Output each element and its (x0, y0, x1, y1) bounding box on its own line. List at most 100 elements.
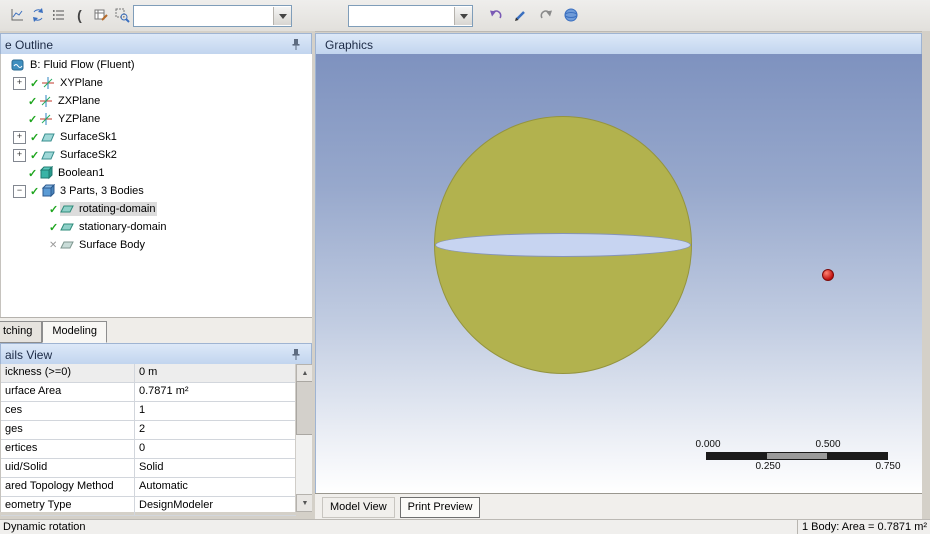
expand-plus-icon[interactable]: + (13, 148, 26, 162)
property-label: ges (1, 421, 135, 439)
ruler-label: 0.250 (755, 461, 781, 472)
tree-item-parts-bodies[interactable]: − ✓ 3 Parts, 3 Bodies (1, 182, 313, 200)
status-bar: Dynamic rotation 1 Body: Area = 0.7871 m… (0, 519, 930, 534)
table-row: eometry Type DesignModeler (1, 497, 296, 516)
tree-outline: B: Fluid Flow (Fluent) + ✓ XYPlane ✓ ZXP… (0, 54, 313, 319)
property-value[interactable]: 0.7871 m² (135, 383, 296, 401)
fluent-project-icon (11, 58, 25, 72)
status-hint: Dynamic rotation (3, 521, 86, 533)
ruler-label: 0.750 (875, 461, 901, 472)
collapse-minus-icon[interactable]: − (13, 184, 26, 198)
toolbar-right-group (485, 4, 581, 26)
check-icon: ✓ (30, 185, 40, 198)
table-row: ces 1 (1, 402, 296, 421)
property-label: ces (1, 402, 135, 420)
check-icon: ✓ (30, 131, 40, 144)
right-gutter (922, 31, 930, 519)
check-icon: ✓ (28, 167, 38, 180)
tab-print-preview[interactable]: Print Preview (399, 496, 481, 518)
pin-icon[interactable] (291, 348, 301, 361)
tree-item-rotating-domain[interactable]: ✓ rotating-domain (1, 200, 313, 218)
ruler-label: 0.000 (695, 439, 721, 450)
status-selection-info: 1 Body: Area = 0.7871 m² (797, 520, 930, 534)
brush-icon[interactable] (510, 4, 531, 26)
undo-icon[interactable] (485, 4, 506, 26)
ruler-label: 0.500 (815, 439, 841, 450)
redo-icon[interactable] (535, 4, 556, 26)
tab-modeling[interactable]: Modeling (42, 321, 107, 343)
graph-view-icon[interactable] (6, 4, 27, 26)
tree-item-xyplane[interactable]: + ✓ XYPlane (1, 74, 313, 92)
tree-item-fluid-flow[interactable]: B: Fluid Flow (Fluent) (1, 56, 313, 74)
property-label: eometry Type (1, 497, 135, 515)
property-label: ickness (>=0) (1, 364, 135, 382)
tab-sketching[interactable]: tching (0, 321, 43, 343)
sketch-surface-icon (41, 148, 55, 162)
table-row: ertices 0 (1, 440, 296, 459)
surface-body-icon (60, 238, 74, 252)
expand-plus-icon[interactable]: + (13, 76, 26, 90)
grid-edit-icon[interactable] (90, 4, 111, 26)
check-icon: ✓ (30, 77, 40, 90)
details-scrollbar[interactable]: ▲ ▼ (295, 364, 314, 512)
tree-item-zxplane[interactable]: ✓ ZXPlane (1, 92, 313, 110)
property-label: ertices (1, 440, 135, 458)
zoom-select-icon[interactable] (111, 4, 132, 26)
expand-plus-icon[interactable]: + (13, 130, 26, 144)
reference-point[interactable] (822, 269, 834, 281)
toolbar: ( (0, 0, 930, 32)
toolbar-combobox-2[interactable] (348, 5, 473, 27)
tree-item-surface-body[interactable]: ✕ Surface Body (1, 236, 313, 254)
chevron-down-icon[interactable] (273, 7, 291, 25)
graphics-title: Graphics (325, 37, 374, 52)
designmodeler-window: (e Outline B: Fluid Flow (Fluent) + ✓ X… (0, 0, 930, 534)
property-value[interactable]: 0 (135, 440, 296, 458)
list-icon[interactable] (48, 4, 69, 26)
disk-surface[interactable] (435, 233, 691, 257)
property-value[interactable]: 0 m (135, 364, 296, 382)
details-table: ickness (>=0) 0 m urface Area 0.7871 m² … (1, 364, 296, 516)
chevron-down-icon[interactable] (454, 7, 472, 25)
property-label: ared Topology Method (1, 478, 135, 496)
tree-item-surfacesk2[interactable]: + ✓ SurfaceSk2 (1, 146, 313, 164)
property-value[interactable]: Automatic (135, 478, 296, 496)
tree-item-boolean1[interactable]: ✓ Boolean1 (1, 164, 313, 182)
details-view: ickness (>=0) 0 m urface Area 0.7871 m² … (0, 364, 314, 516)
plane-icon (41, 76, 55, 90)
left-pane: e Outline B: Fluid Flow (Fluent) + ✓ XYP… (0, 31, 314, 519)
table-row: uid/Solid Solid (1, 459, 296, 478)
check-icon: ✓ (30, 149, 40, 162)
details-view-title: ails View (5, 347, 53, 362)
sphere-icon[interactable] (560, 4, 581, 26)
table-row: ges 2 (1, 421, 296, 440)
suppressed-x-icon: ✕ (49, 239, 58, 251)
tab-model-view[interactable]: Model View (322, 496, 395, 518)
plane-icon (39, 94, 53, 108)
property-value[interactable]: DesignModeler (135, 497, 296, 515)
tree-item-stationary-domain[interactable]: ✓ stationary-domain (1, 218, 313, 236)
check-icon: ✓ (28, 95, 38, 108)
table-row: urface Area 0.7871 m² (1, 383, 296, 402)
tree-item-surfacesk1[interactable]: + ✓ SurfaceSk1 (1, 128, 313, 146)
parts-cube-icon (41, 184, 55, 198)
tree-item-yzplane[interactable]: ✓ YZPlane (1, 110, 313, 128)
graphics-canvas[interactable]: 0.000 0.500 0.250 0.750 (315, 54, 924, 494)
toolbar-left-group: ( (6, 4, 132, 26)
tree-outline-title: e Outline (5, 37, 54, 52)
property-value[interactable]: 1 (135, 402, 296, 420)
property-value[interactable]: Solid (135, 459, 296, 477)
pin-icon[interactable] (291, 38, 301, 51)
check-icon: ✓ (49, 221, 59, 234)
boolean-cube-icon (39, 166, 53, 180)
check-icon: ✓ (28, 113, 38, 126)
graphics-tabstrip: Model View Print Preview (315, 493, 929, 520)
parenthesis-icon[interactable]: ( (69, 4, 90, 26)
refresh-icon[interactable] (27, 4, 48, 26)
property-value[interactable]: 2 (135, 421, 296, 439)
table-row: ared Topology Method Automatic (1, 478, 296, 497)
tree-outline-header: e Outline (0, 33, 312, 56)
toolbar-combobox-1[interactable] (133, 5, 292, 27)
surface-body-icon (60, 220, 74, 234)
graphics-pane: Graphics 0.000 0.500 0.250 0.750 Model V… (315, 31, 929, 520)
table-row: ickness (>=0) 0 m (1, 364, 296, 383)
